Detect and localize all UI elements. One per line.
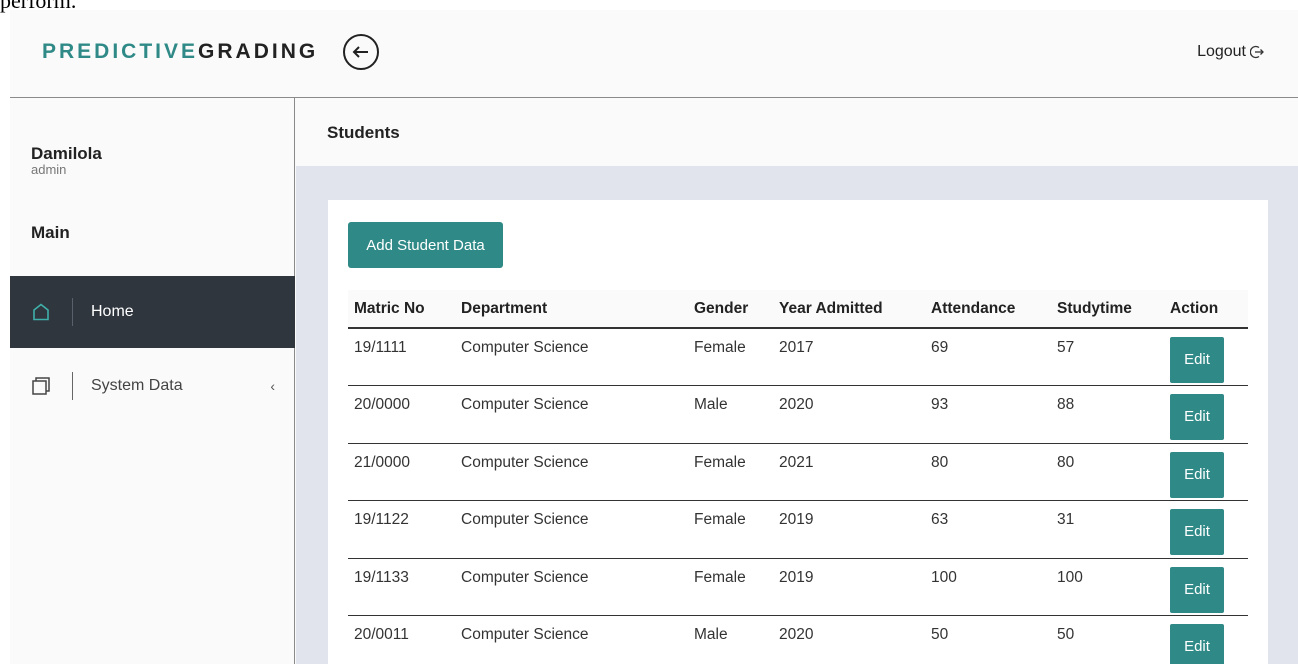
cell-year-admitted: 2020 [779, 626, 814, 643]
column-header-attendance: Attendance [925, 290, 1051, 329]
brand-logo-part2: GRADING [198, 40, 319, 63]
brand-logo[interactable]: PREDICTIVEGRADING [42, 40, 318, 64]
cell-action: Edit [1164, 328, 1248, 386]
cell-attendance: 50 [931, 626, 949, 643]
cell-department: Computer Science [461, 511, 589, 528]
cell-matric-no: 19/1111 [354, 339, 407, 356]
table-row: 19/1122 Computer Science Female 2019 63 … [348, 501, 1248, 559]
brand-logo-part1: PREDICTIVE [42, 40, 199, 63]
cell-action: Edit [1164, 616, 1248, 664]
cell-matric-no: 20/0011 [354, 626, 409, 643]
table-row: 19/1133 Computer Science Female 2019 100… [348, 558, 1248, 616]
cell-matric-no: 20/0000 [354, 396, 411, 413]
cell-matric-no: 21/0000 [354, 453, 411, 471]
column-header-year-admitted: Year Admitted [773, 290, 925, 329]
cell-matric-no: 19/1133 [354, 568, 409, 586]
logout-label: Logout [1197, 43, 1246, 60]
students-card: Add Student Data Matric No Department Ge… [328, 200, 1268, 664]
table-row: 20/0000 Computer Science Male 2020 93 88… [348, 386, 1248, 444]
cell-gender: Female [694, 511, 746, 528]
cell-attendance: 80 [931, 453, 949, 471]
column-header-department: Department [455, 290, 688, 329]
table-row: 21/0000 Computer Science Female 2021 80 … [348, 443, 1248, 501]
cell-year-admitted: 2020 [779, 396, 814, 413]
column-header-action: Action [1164, 290, 1248, 329]
sidebar-item-home[interactable]: Home [10, 276, 295, 348]
nav-divider [72, 372, 73, 400]
cell-attendance: 69 [931, 339, 949, 356]
cell-attendance: 93 [931, 396, 949, 413]
table-row: 20/0011 Computer Science Male 2020 50 50… [348, 616, 1248, 664]
edit-button[interactable]: Edit [1170, 509, 1224, 555]
cell-studytime: 57 [1057, 339, 1075, 356]
sidebar-toggle-button[interactable] [343, 34, 379, 70]
cell-attendance: 100 [931, 568, 957, 586]
column-header-studytime: Studytime [1051, 290, 1164, 329]
logout-icon [1250, 45, 1264, 59]
sidebar-item-label: System Data [91, 377, 183, 394]
column-header-gender: Gender [688, 290, 773, 329]
logout-button[interactable]: Logout [1197, 43, 1264, 61]
cell-studytime: 88 [1057, 396, 1075, 413]
app-window: PREDICTIVEGRADING Logout Damilola admin … [10, 10, 1298, 664]
arrow-left-icon [352, 46, 368, 58]
cell-department: Computer Science [461, 453, 589, 471]
table-header-row: Matric No Department Gender Year Admitte… [348, 290, 1248, 329]
edit-button[interactable]: Edit [1170, 394, 1224, 440]
edit-button[interactable]: Edit [1170, 566, 1224, 613]
user-role: admin [31, 162, 67, 177]
page-title: Students [327, 123, 400, 142]
layers-icon [10, 376, 72, 396]
sidebar-section-main: Main [31, 223, 70, 242]
sidebar: Damilola admin Main Home System Data ‹ [10, 98, 295, 664]
cell-studytime: 100 [1057, 568, 1083, 586]
cell-department: Computer Science [461, 626, 589, 643]
cell-department: Computer Science [461, 396, 589, 413]
cell-matric-no: 19/1122 [354, 511, 409, 528]
cell-action: Edit [1164, 443, 1248, 501]
edit-button[interactable]: Edit [1170, 337, 1224, 383]
cell-studytime: 50 [1057, 626, 1075, 643]
cell-attendance: 63 [931, 511, 949, 528]
students-table: Matric No Department Gender Year Admitte… [348, 290, 1248, 664]
cell-department: Computer Science [461, 568, 589, 586]
cell-studytime: 31 [1057, 511, 1075, 528]
cell-gender: Male [694, 396, 728, 413]
cell-department: Computer Science [461, 339, 589, 356]
edit-button[interactable]: Edit [1170, 451, 1224, 498]
cell-year-admitted: 2017 [779, 339, 814, 356]
sidebar-item-system-data[interactable]: System Data ‹ [10, 350, 295, 422]
cell-gender: Female [694, 339, 746, 356]
sidebar-item-label: Home [91, 303, 134, 320]
chevron-left-icon: ‹ [270, 378, 275, 394]
cell-year-admitted: 2019 [779, 568, 814, 586]
top-navbar: PREDICTIVEGRADING Logout [10, 10, 1298, 98]
edit-button[interactable]: Edit [1170, 624, 1224, 664]
cell-action: Edit [1164, 386, 1248, 444]
cell-year-admitted: 2021 [779, 453, 814, 471]
cell-year-admitted: 2019 [779, 511, 814, 528]
cell-gender: Male [694, 626, 728, 643]
cell-action: Edit [1164, 558, 1248, 616]
add-student-data-button[interactable]: Add Student Data [348, 222, 503, 268]
column-header-matric-no: Matric No [348, 290, 455, 329]
cell-gender: Female [694, 453, 746, 471]
cell-gender: Female [694, 568, 746, 586]
cell-action: Edit [1164, 501, 1248, 559]
cell-studytime: 80 [1057, 453, 1075, 471]
user-name: Damilola [31, 144, 102, 163]
page-header: Students [296, 98, 1298, 166]
table-row: 19/1111 Computer Science Female 2017 69 … [348, 328, 1248, 386]
nav-divider [72, 298, 73, 326]
home-icon [10, 303, 72, 321]
